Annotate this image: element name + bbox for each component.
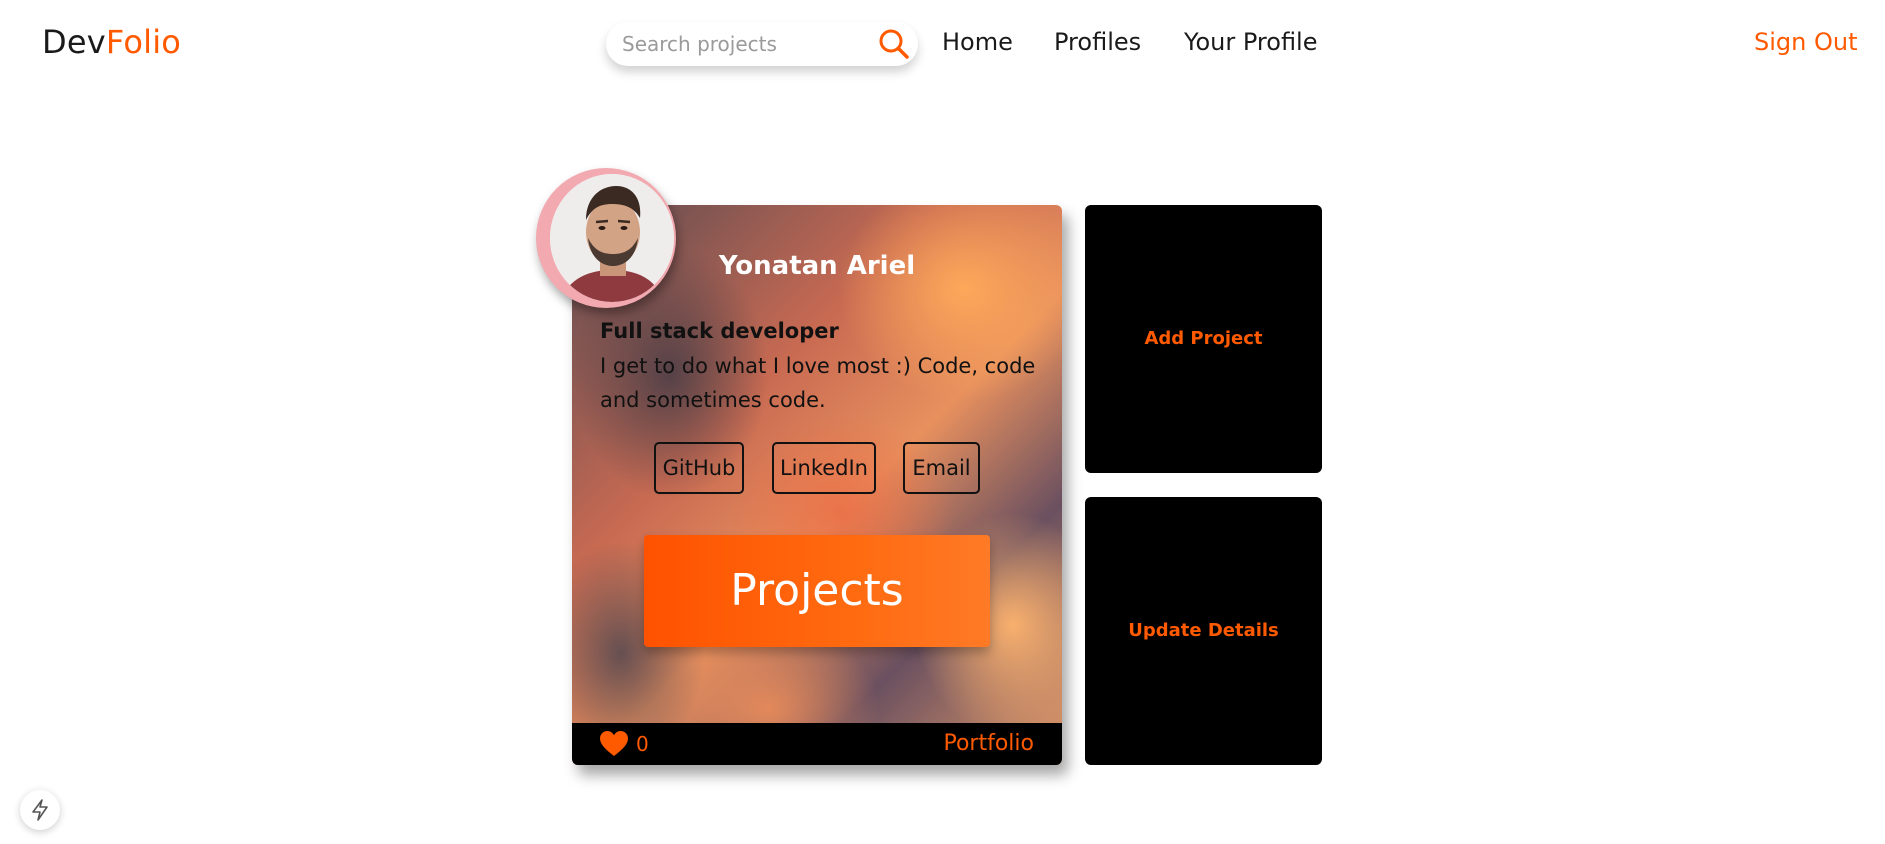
projects-button[interactable]: Projects	[644, 535, 990, 647]
logo[interactable]: DevFolio	[42, 22, 181, 62]
search-input[interactable]	[622, 30, 862, 58]
profile-title: Full stack developer	[600, 319, 839, 343]
update-details-button[interactable]: Update Details	[1085, 497, 1322, 765]
search-icon[interactable]	[876, 26, 912, 62]
email-button[interactable]: Email	[903, 442, 980, 494]
github-button[interactable]: GitHub	[654, 442, 744, 494]
avatar	[536, 168, 676, 308]
nav-your-profile[interactable]: Your Profile	[1184, 24, 1318, 60]
heart-icon[interactable]	[600, 731, 628, 757]
nav-home[interactable]: Home	[942, 24, 1013, 60]
logo-folio: Folio	[105, 23, 182, 61]
avatar-photo	[550, 174, 674, 302]
card-footer: 0 Portfolio	[572, 723, 1062, 765]
add-project-button[interactable]: Add Project	[1085, 205, 1322, 473]
profile-bio: I get to do what I love most :) Code, co…	[600, 354, 1036, 412]
portfolio-link[interactable]: Portfolio	[943, 729, 1034, 759]
linkedin-button[interactable]: LinkedIn	[772, 442, 876, 494]
bolt-icon[interactable]	[20, 790, 60, 830]
sign-out-link[interactable]: Sign Out	[1754, 24, 1858, 60]
top-navbar: DevFolio Home Profiles Your Profile Sign…	[0, 0, 1885, 86]
like-count: 0	[636, 732, 649, 756]
logo-dev: Dev	[42, 23, 106, 61]
search-bar	[606, 22, 918, 66]
nav-profiles[interactable]: Profiles	[1054, 24, 1141, 60]
social-links: GitHub LinkedIn Email	[572, 442, 1062, 494]
